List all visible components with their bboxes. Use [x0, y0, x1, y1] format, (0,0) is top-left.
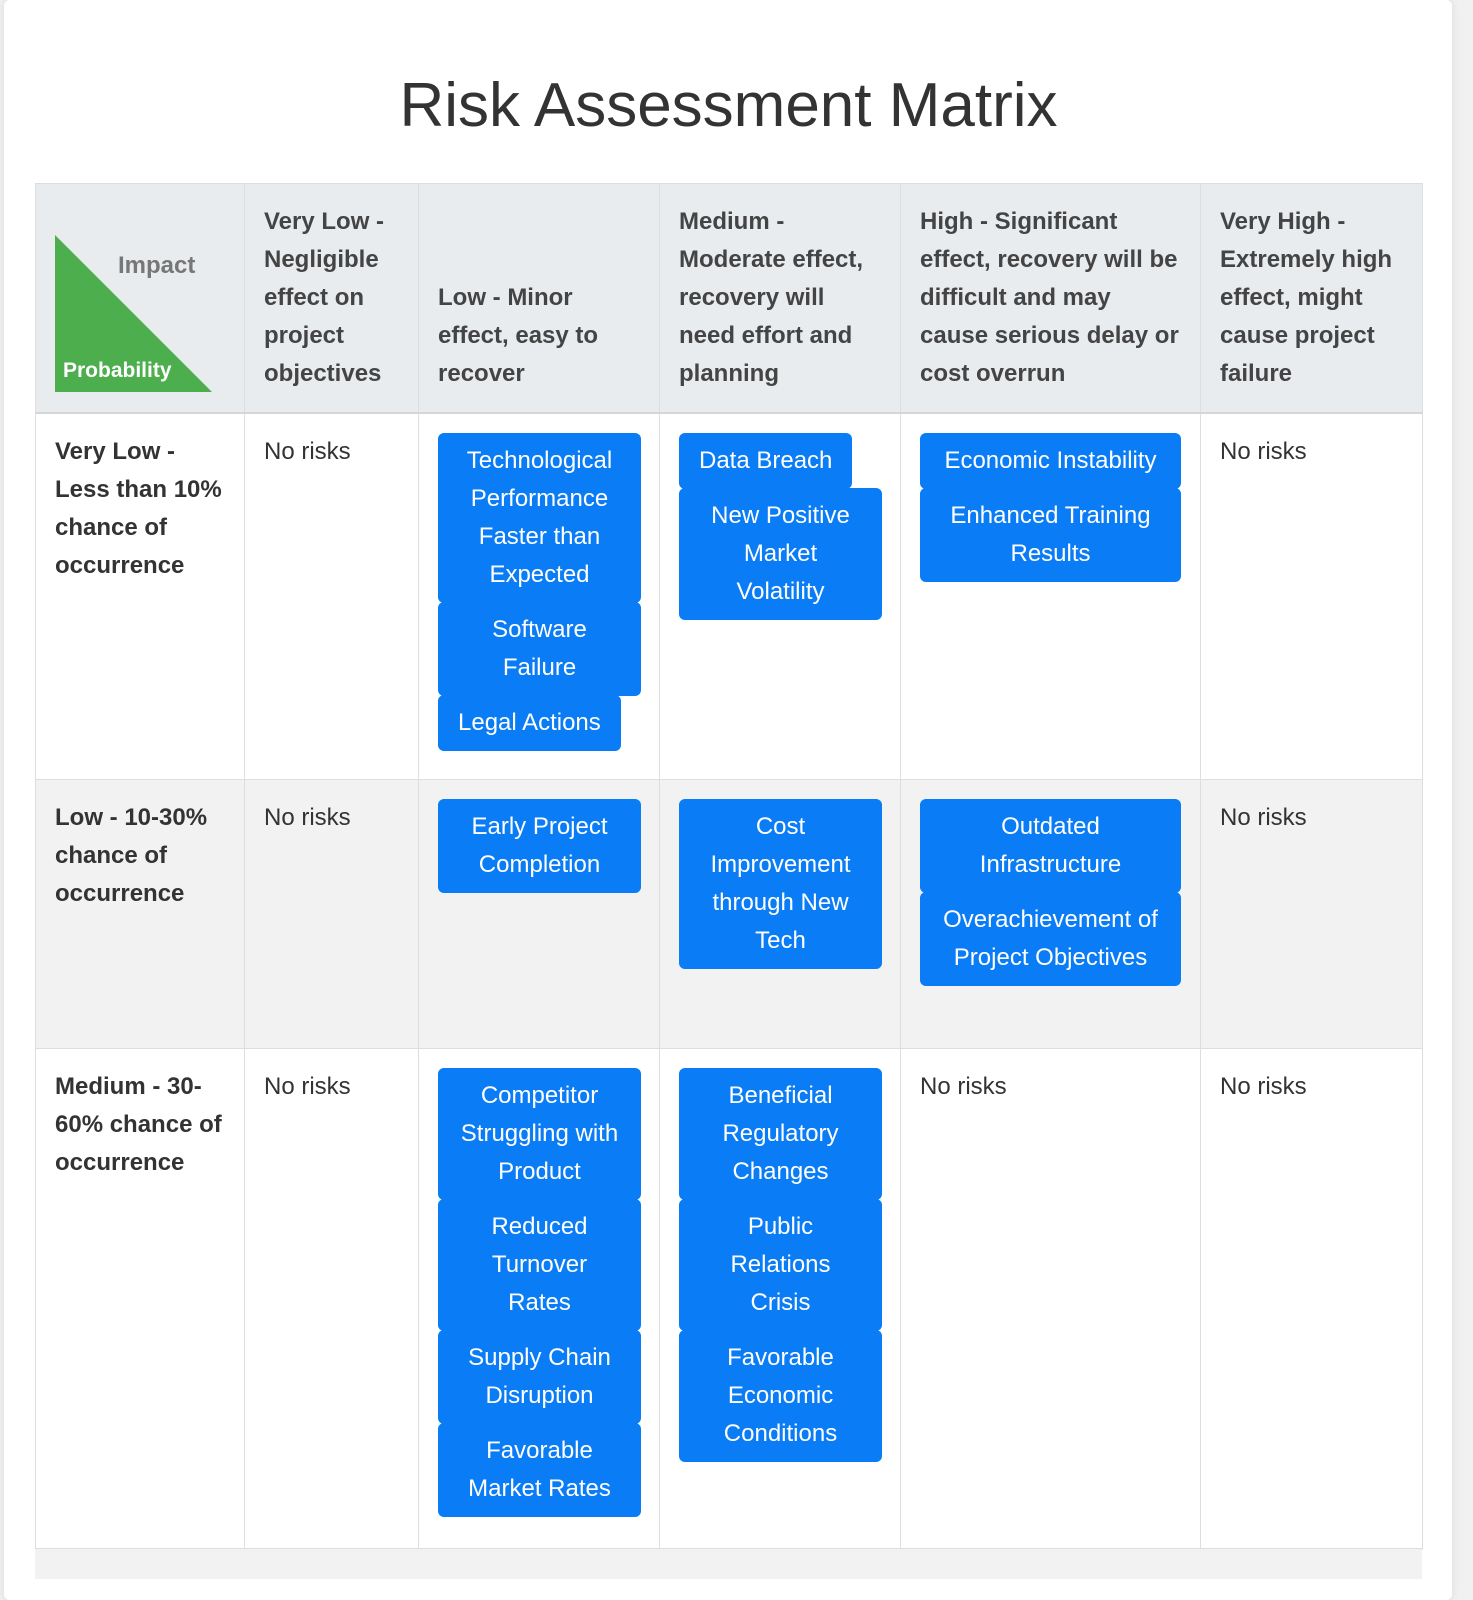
matrix-cell: Outdated InfrastructureOverachievement o… — [900, 779, 1201, 1049]
impact-header-very-high: Very High - Extremely high effect, might… — [1200, 183, 1423, 414]
matrix-cell: Cost Improvement through New Tech — [659, 779, 901, 1049]
matrix-cell: Early Project Completion — [418, 779, 660, 1049]
risk-item-button[interactable]: Technological Performance Faster than Ex… — [438, 433, 641, 603]
matrix-cell: Competitor Struggling with ProductReduce… — [418, 1048, 660, 1550]
impact-header-medium: Medium - Moderate effect, recovery will … — [659, 183, 901, 414]
risk-item-button[interactable]: Data Breach — [679, 433, 853, 489]
matrix-cell: Economic InstabilityEnhanced Training Re… — [900, 412, 1201, 780]
next-row-partial — [35, 1548, 1422, 1579]
probability-axis-label: Probability — [63, 359, 172, 382]
matrix-cell: No risks — [244, 412, 419, 780]
probability-row-very-low: Very Low - Less than 10% chance of occur… — [35, 412, 1423, 780]
risk-item-button[interactable]: Enhanced Training Results — [920, 488, 1181, 582]
risk-item-button[interactable]: Supply Chain Disruption — [438, 1330, 641, 1424]
matrix-cell: Technological Performance Faster than Ex… — [418, 412, 660, 780]
no-risks-text: No risks — [1220, 438, 1307, 465]
matrix-cell: No risks — [1200, 412, 1423, 780]
probability-label: Medium - 30-60% chance of occurrence — [35, 1048, 245, 1550]
impact-header-very-low: Very Low - Negligible effect on project … — [244, 183, 419, 414]
probability-label: Very Low - Less than 10% chance of occur… — [35, 412, 245, 780]
risk-item-button[interactable]: Cost Improvement through New Tech — [679, 799, 882, 969]
probability-label: Low - 10-30% chance of occurrence — [35, 779, 245, 1049]
no-risks-text: No risks — [1220, 1073, 1307, 1100]
page-title: Risk Assessment Matrix — [399, 71, 1058, 140]
impact-axis-label: Impact — [118, 252, 196, 279]
risk-item-button[interactable]: Beneficial Regulatory Changes — [679, 1068, 882, 1200]
matrix-cell: No risks — [900, 1048, 1201, 1550]
risk-matrix-table: Impact Probability Very Low - Negligible… — [35, 183, 1423, 1550]
risk-item-button[interactable]: Public Relations Crisis — [679, 1199, 882, 1331]
matrix-cell: No risks — [1200, 1048, 1423, 1550]
risk-item-button[interactable]: New Positive Market Volatility — [679, 488, 882, 620]
risk-item-button[interactable]: Software Failure — [438, 602, 641, 696]
probability-row-medium: Medium - 30-60% chance of occurrence No r… — [35, 1048, 1423, 1550]
risk-item-button[interactable]: Favorable Economic Conditions — [679, 1330, 882, 1462]
matrix-cell: No risks — [244, 779, 419, 1049]
risk-item-button[interactable]: Reduced Turnover Rates — [438, 1199, 641, 1331]
risk-item-button[interactable]: Favorable Market Rates — [438, 1423, 641, 1517]
no-risks-text: No risks — [264, 1073, 351, 1100]
no-risks-text: No risks — [920, 1073, 1007, 1100]
matrix-cell: No risks — [1200, 779, 1423, 1049]
matrix-corner-cell: Impact Probability — [35, 183, 245, 414]
risk-item-button[interactable]: Economic Instability — [920, 433, 1181, 489]
impact-header-low: Low - Minor effect, easy to recover — [418, 183, 660, 414]
impact-header-row: Impact Probability Very Low - Negligible… — [35, 183, 1423, 414]
probability-row-low: Low - 10-30% chance of occurrence No risk… — [35, 779, 1423, 1049]
risk-item-button[interactable]: Outdated Infrastructure — [920, 799, 1181, 893]
matrix-cell: Data BreachNew Positive Market Volatilit… — [659, 412, 901, 780]
risk-item-button[interactable]: Legal Actions — [438, 695, 621, 751]
matrix-cell: Beneficial Regulatory ChangesPublic Rela… — [659, 1048, 901, 1550]
risk-item-button[interactable]: Overachievement of Project Objectives — [920, 892, 1181, 986]
impact-header-high: High - Significant effect, recovery will… — [900, 183, 1201, 414]
no-risks-text: No risks — [264, 804, 351, 831]
matrix-cell: No risks — [244, 1048, 419, 1550]
risk-item-button[interactable]: Early Project Completion — [438, 799, 641, 893]
risk-item-button[interactable]: Competitor Struggling with Product — [438, 1068, 641, 1200]
no-risks-text: No risks — [1220, 804, 1307, 831]
no-risks-text: No risks — [264, 438, 351, 465]
